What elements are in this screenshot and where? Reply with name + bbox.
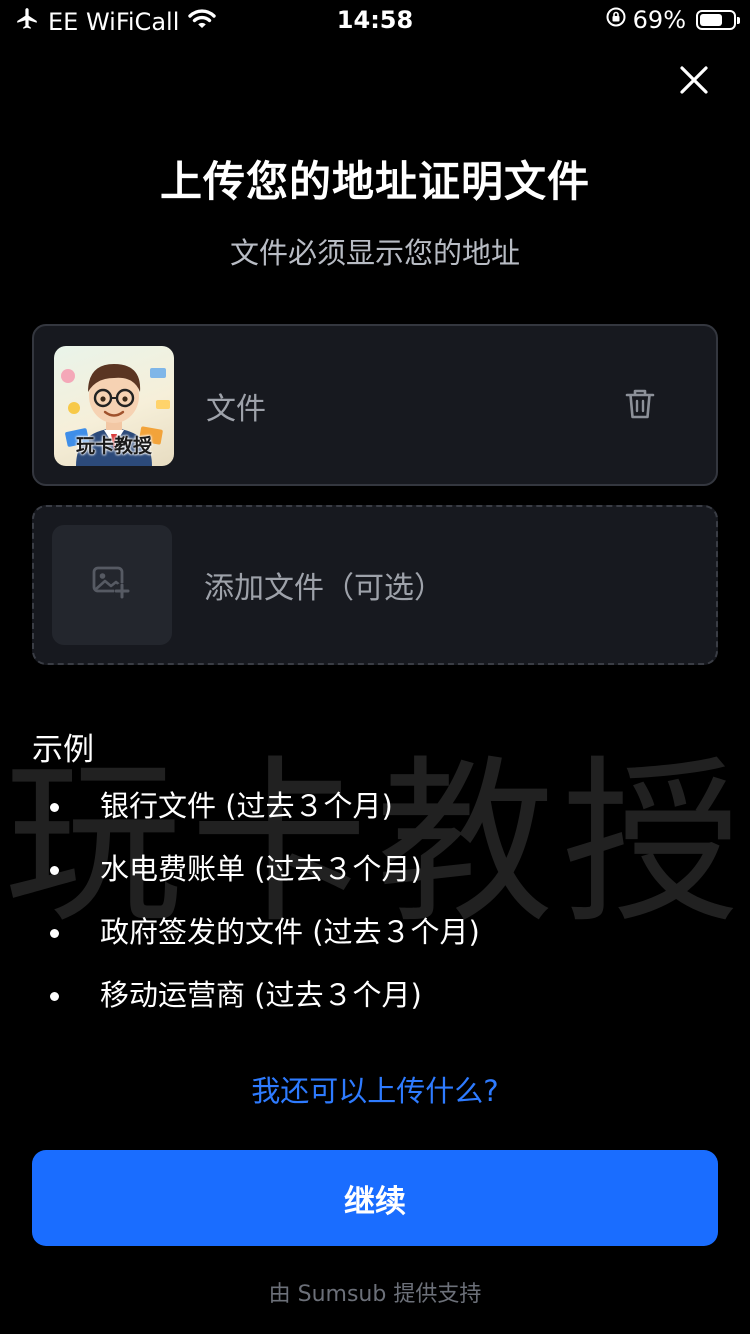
- battery-percent: 69%: [632, 6, 686, 34]
- file-label: 文件: [206, 392, 266, 427]
- battery-fill: [700, 14, 722, 26]
- list-item-label: 移动运营商 (过去３个月): [100, 978, 422, 1012]
- list-item: 政府签发的文件 (过去３个月): [0, 912, 480, 975]
- status-right: 69%: [605, 6, 740, 34]
- close-button[interactable]: [674, 62, 714, 102]
- list-item-label: 政府签发的文件 (过去３个月): [100, 915, 480, 949]
- status-bar: EE WiFiCall 14:58 69%: [0, 0, 750, 40]
- examples-heading: 示例: [32, 732, 94, 768]
- page-subtitle: 文件必须显示您的地址: [229, 236, 520, 270]
- file-thumbnail[interactable]: 玩卡教授: [54, 346, 174, 466]
- bullet-icon: [50, 929, 59, 938]
- list-item-label: 银行文件 (过去３个月): [100, 789, 393, 823]
- battery-cap: [737, 17, 740, 24]
- uploaded-file-card: 玩卡教授 文件: [32, 324, 718, 486]
- add-image-icon: [92, 565, 132, 605]
- what-else-link[interactable]: 我还可以上传什么?: [0, 1068, 750, 1110]
- battery-icon: [696, 10, 740, 30]
- add-file-card[interactable]: 添加文件（可选）: [32, 505, 718, 665]
- bullet-icon: [50, 992, 59, 1001]
- bullet-icon: [50, 866, 59, 875]
- list-item-label: 水电费账单 (过去３个月): [100, 852, 422, 886]
- delete-file-button[interactable]: [622, 386, 658, 422]
- trash-icon: [622, 389, 658, 426]
- continue-button[interactable]: 继续: [32, 1150, 718, 1246]
- list-item: 水电费账单 (过去３个月): [0, 849, 480, 912]
- thumbnail-caption: 玩卡教授: [75, 435, 152, 457]
- orientation-lock-icon: [605, 6, 627, 34]
- list-item: 银行文件 (过去３个月): [0, 786, 480, 849]
- add-file-label: 添加文件（可选）: [204, 571, 444, 606]
- add-file-tile: [52, 525, 172, 645]
- page-title: 上传您的地址证明文件: [159, 157, 590, 206]
- bullet-icon: [50, 803, 59, 812]
- close-icon: [679, 65, 709, 99]
- powered-by-text: 由 Sumsub 提供支持: [268, 1282, 482, 1307]
- list-item: 移动运营商 (过去３个月): [0, 975, 480, 1038]
- examples-list: 银行文件 (过去３个月) 水电费账单 (过去３个月) 政府签发的文件 (过去３个…: [0, 786, 480, 1038]
